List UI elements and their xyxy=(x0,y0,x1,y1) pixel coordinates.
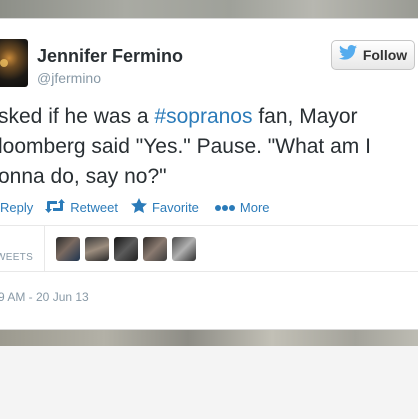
tweet-actions: Reply Retweet Favorite More xyxy=(0,197,270,217)
avatar[interactable] xyxy=(0,39,28,87)
hashtag-link[interactable]: #sopranos xyxy=(154,105,252,128)
user-handle[interactable]: @jfermino xyxy=(37,70,101,86)
retweet-icon xyxy=(45,198,66,216)
tweet-line-2: loomberg said "Yes." Pause. "What am I xyxy=(0,135,371,158)
reply-button[interactable]: Reply xyxy=(0,200,33,215)
tweet-line-1: sked if he was a #sopranos fan, Mayor xyxy=(0,102,418,132)
favorite-label: Favorite xyxy=(151,199,199,215)
tweet-line-3: onna do, say no?" xyxy=(0,165,167,188)
retweeter-avatar[interactable] xyxy=(172,237,196,261)
twitter-bird-icon xyxy=(338,45,357,65)
stats-divider xyxy=(44,226,45,271)
follow-label: Follow xyxy=(362,47,408,63)
star-icon xyxy=(130,198,147,216)
user-name[interactable]: Jennifer Fermino xyxy=(37,46,183,67)
tweet-text-segment: fan, Mayor xyxy=(252,105,358,128)
reply-label: Reply xyxy=(0,199,34,215)
avatar-highlight xyxy=(0,59,8,67)
favorite-button[interactable]: Favorite xyxy=(130,198,199,216)
retweeter-avatar[interactable] xyxy=(56,237,80,261)
tweet-timestamp[interactable]: 9 AM - 20 Jun 13 xyxy=(0,290,89,304)
more-dots-icon xyxy=(214,200,235,215)
divider xyxy=(0,271,418,272)
more-button[interactable]: More xyxy=(214,199,270,215)
tweet-text-segment: sked if he was a xyxy=(0,105,155,128)
tweet-text: sked if he was a #sopranos fan, Mayor lo… xyxy=(0,102,418,192)
retweeter-avatar[interactable] xyxy=(85,237,109,261)
background-photo-top xyxy=(0,0,418,20)
retweets-stat-label[interactable]: WEETS xyxy=(0,252,33,263)
retweeter-avatar[interactable] xyxy=(143,237,167,261)
follow-button[interactable]: Follow xyxy=(331,40,415,70)
retweet-label: Retweet xyxy=(70,199,118,215)
retweeter-avatar[interactable] xyxy=(114,237,138,261)
retweet-button[interactable]: Retweet xyxy=(45,198,118,216)
retweeter-avatars xyxy=(56,237,196,261)
more-label: More xyxy=(239,199,270,215)
divider xyxy=(0,225,418,226)
page-background xyxy=(0,346,418,419)
